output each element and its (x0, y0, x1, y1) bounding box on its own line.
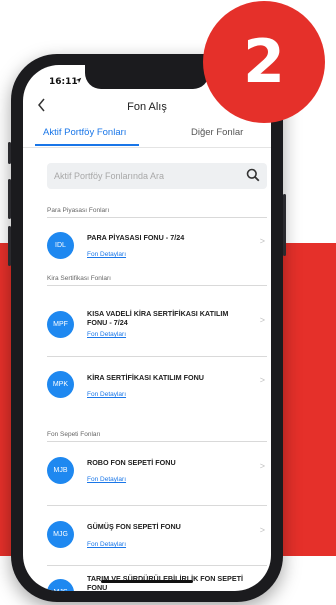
fund-details-link[interactable]: Fon Detayları (87, 331, 126, 338)
fund-row-mjg[interactable]: MJG GÜMÜŞ FON SEPETİ FONU Fon Detayları … (47, 511, 267, 561)
phone-screen: 16:11 Fon Alış Aktif Portföy Fonları Diğ… (23, 65, 271, 591)
fund-row-mpk[interactable]: MPK KİRA SERTİFİKASI KATILIM FONU Fon De… (47, 361, 267, 411)
chevron-right-icon: > (259, 461, 265, 471)
fund-name: PARA PİYASASI FONU - 7/24 (87, 233, 185, 242)
phone-notch (85, 65, 209, 89)
section-title-fon-sepeti: Fon Sepeti Fonları (47, 431, 101, 438)
chevron-right-icon: > (259, 525, 265, 535)
fund-details-link[interactable]: Fon Detayları (87, 476, 126, 483)
promo-stage: 2 16:11 Fon Alış Aktif Portföy Fonları D… (0, 0, 336, 605)
fund-name: KISA VADELİ KİRA SERTİFİKASI KATILIM FON… (87, 309, 229, 327)
section-divider (47, 285, 267, 286)
row-divider (47, 356, 267, 357)
chevron-right-icon: > (259, 315, 265, 325)
fund-details-link[interactable]: Fon Detayları (87, 391, 126, 398)
search-input[interactable]: Aktif Portföy Fonlarında Ara (47, 163, 267, 189)
status-time: 16:11 (49, 77, 78, 87)
fund-name: KİRA SERTİFİKASI KATILIM FONU (87, 373, 204, 382)
fund-avatar: MJS (47, 579, 74, 591)
section-divider (47, 217, 267, 218)
chevron-right-icon: > (259, 375, 265, 385)
fund-avatar: MJG (47, 521, 74, 548)
fund-name: GÜMÜŞ FON SEPETİ FONU (87, 522, 181, 531)
fund-row-mpf[interactable]: MPF KISA VADELİ KİRA SERTİFİKASI KATILIM… (47, 289, 267, 355)
step-number-badge: 2 (203, 1, 325, 123)
search-icon[interactable] (246, 168, 260, 182)
phone-volume-down (8, 226, 11, 266)
section-title-kira-sertifikasi: Kira Sertifikası Fonları (47, 275, 111, 282)
fund-avatar: MPK (47, 371, 74, 398)
home-indicator[interactable] (101, 580, 193, 583)
row-divider (47, 505, 267, 506)
fund-name: ROBO FON SEPETİ FONU (87, 458, 176, 467)
phone-mute-switch (8, 142, 11, 164)
active-tab-indicator (35, 144, 139, 146)
fund-avatar: MJB (47, 457, 74, 484)
fund-details-link[interactable]: Fon Detayları (87, 251, 126, 258)
fund-avatar: MPF (47, 311, 74, 338)
fund-avatar: IDL (47, 232, 74, 259)
location-arrow-icon (75, 77, 82, 86)
phone-power-button (283, 194, 286, 256)
phone-frame: 16:11 Fon Alış Aktif Portföy Fonları Diğ… (8, 54, 286, 602)
row-divider (47, 565, 267, 566)
fund-row-mjb[interactable]: MJB ROBO FON SEPETİ FONU Fon Detayları > (47, 447, 267, 497)
tab-aktif-portfoy-fonlari[interactable]: Aktif Portföy Fonları (43, 127, 126, 138)
section-title-para-piyasasi: Para Piyasası Fonları (47, 207, 110, 214)
chevron-right-icon: > (259, 236, 265, 246)
fund-tabs: Aktif Portföy Fonları Diğer Fonlar (23, 122, 271, 148)
section-divider (47, 441, 267, 442)
fund-row-idl[interactable]: IDL PARA PİYASASI FONU - 7/24 Fon Detayl… (47, 227, 267, 267)
fund-details-link[interactable]: Fon Detayları (87, 541, 126, 548)
phone-volume-up (8, 179, 11, 219)
tab-diger-fonlar[interactable]: Diğer Fonlar (191, 127, 243, 138)
search-placeholder: Aktif Portföy Fonlarında Ara (54, 171, 165, 181)
